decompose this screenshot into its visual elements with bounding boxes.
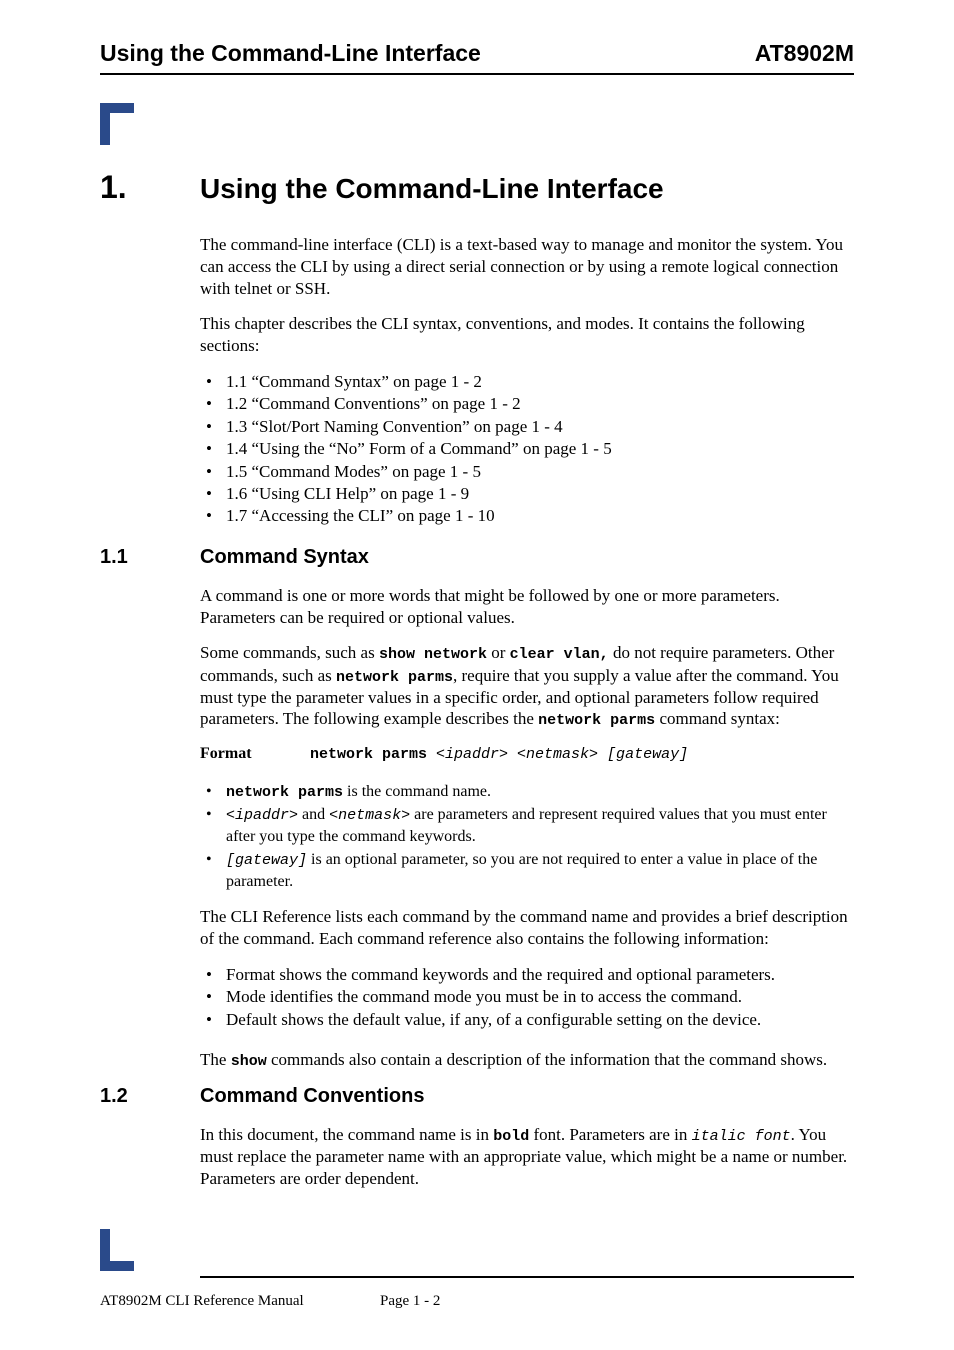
section-title: Command Conventions — [200, 1085, 424, 1108]
s11-bullets-1: network parms is the command name. <ipad… — [200, 781, 854, 893]
toc-item: 1.7 “Accessing the CLI” on page 1 - 10 — [200, 505, 854, 527]
section-number: 1.1 — [100, 546, 200, 569]
header-left: Using the Command-Line Interface — [100, 40, 481, 67]
list-item: <ipaddr> and <netmask> are parameters an… — [200, 804, 854, 847]
list-item: Default shows the default value, if any,… — [200, 1009, 854, 1031]
toc-item: 1.1 “Command Syntax” on page 1 - 2 — [200, 371, 854, 393]
header-rule — [100, 73, 854, 75]
toc-list: 1.1 “Command Syntax” on page 1 - 2 1.2 “… — [200, 371, 854, 528]
toc-item: 1.2 “Command Conventions” on page 1 - 2 — [200, 393, 854, 415]
toc-item: 1.3 “Slot/Port Naming Convention” on pag… — [200, 416, 854, 438]
format-row: Format network parms <ipaddr> <netmask> … — [200, 745, 854, 763]
s11-bullets-2: Format shows the command keywords and th… — [200, 964, 854, 1031]
list-item: network parms is the command name. — [200, 781, 854, 803]
format-value: network parms <ipaddr> <netmask> [gatewa… — [310, 745, 688, 763]
intro-para-1: The command-line interface (CLI) is a te… — [200, 234, 854, 299]
s11-para-3: The CLI Reference lists each command by … — [200, 906, 854, 950]
chapter-title: Using the Command-Line Interface — [200, 173, 664, 205]
s11-para-2: Some commands, such as show network or c… — [200, 642, 854, 730]
section-title: Command Syntax — [200, 546, 369, 569]
toc-item: 1.5 “Command Modes” on page 1 - 5 — [200, 461, 854, 483]
page-header: Using the Command-Line Interface AT8902M — [100, 40, 854, 73]
page-footer: AT8902M CLI Reference Manual Page 1 - 2 — [100, 1293, 854, 1310]
section-number: 1.2 — [100, 1085, 200, 1108]
intro-para-2: This chapter describes the CLI syntax, c… — [200, 313, 854, 357]
list-item: Mode identifies the command mode you mus… — [200, 986, 854, 1008]
format-label: Format — [200, 745, 310, 763]
footer-page-number: Page 1 - 2 — [380, 1293, 440, 1310]
section-1-2-heading: 1.2 Command Conventions — [100, 1085, 854, 1108]
section-1-1-heading: 1.1 Command Syntax — [100, 546, 854, 569]
footer-left: AT8902M CLI Reference Manual — [100, 1293, 380, 1310]
logo-bottom — [100, 1229, 154, 1276]
s11-para-4: The show commands also contain a descrip… — [200, 1049, 854, 1071]
s12-para-1: In this document, the command name is in… — [200, 1124, 854, 1190]
footer-rule — [200, 1276, 854, 1278]
header-right: AT8902M — [755, 40, 854, 67]
logo-top — [100, 103, 854, 145]
list-item: Format shows the command keywords and th… — [200, 964, 854, 986]
s11-para-1: A command is one or more words that migh… — [200, 585, 854, 629]
list-item: [gateway] is an optional parameter, so y… — [200, 849, 854, 892]
chapter-number: 1. — [100, 169, 200, 206]
toc-item: 1.6 “Using CLI Help” on page 1 - 9 — [200, 483, 854, 505]
toc-item: 1.4 “Using the “No” Form of a Command” o… — [200, 438, 854, 460]
chapter-heading: 1. Using the Command-Line Interface — [100, 169, 854, 206]
